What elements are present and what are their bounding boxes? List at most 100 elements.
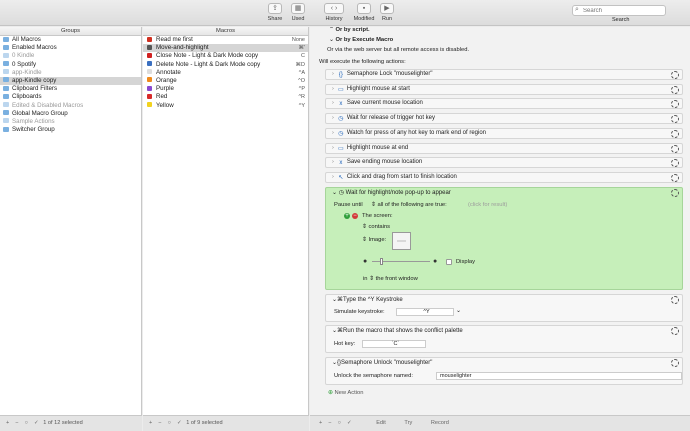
gear-icon[interactable]	[671, 327, 679, 335]
macro-item[interactable]: Move-and-highlight ⌘'	[143, 44, 308, 53]
action-row[interactable]: › ◷ Watch for press of any hot key to mark…	[325, 127, 683, 139]
group-item[interactable]: Global Macro Group	[0, 110, 141, 118]
group-item[interactable]: 0 Spotify	[0, 61, 141, 69]
record-button[interactable]: Record	[431, 416, 449, 431]
type-keystroke-title[interactable]: ⌄⌘Type the ^Y Keystroke	[332, 296, 403, 305]
click-for-result[interactable]: (click for result)	[468, 202, 507, 208]
gear-icon[interactable]	[671, 296, 679, 304]
group-check-icon[interactable]: ✓	[34, 416, 39, 431]
group-item[interactable]: Clipboard Filters	[0, 85, 141, 93]
gear-icon[interactable]	[671, 144, 679, 153]
macro-item[interactable]: Close Note - Light & Dark Mode copy C	[143, 52, 308, 60]
new-action-button[interactable]: ⊕ New Action	[328, 390, 363, 396]
action-status-icon[interactable]: ○	[338, 416, 341, 431]
group-item[interactable]: Switcher Group	[0, 126, 141, 134]
macro-item[interactable]: Purple ^P	[143, 85, 308, 93]
wait-action[interactable]: ⌄ ◷ Wait for highlight/note pop-up to ap…	[325, 187, 683, 290]
group-item[interactable]: app-Kindle copy	[0, 76, 141, 86]
disclosure-closed-icon[interactable]: ›	[332, 71, 334, 77]
gear-icon[interactable]	[671, 129, 679, 138]
gear-icon[interactable]	[671, 173, 679, 182]
action-row[interactable]: › ◷ Wait for release of trigger hot key	[325, 113, 683, 125]
search-field[interactable]: ⌕	[572, 5, 666, 16]
disclosure-open-icon[interactable]: ⌄	[332, 190, 337, 196]
remove-action-button[interactable]: −	[328, 416, 331, 431]
or-by-script[interactable]: ⌃ Or by script.	[329, 27, 370, 33]
condition-mode-popup[interactable]: ⇕ all of the following are true:	[371, 202, 447, 208]
run-macro-action[interactable]: ⌄⌘Run the macro that shows the conflict …	[325, 325, 683, 353]
macro-check-icon[interactable]: ✓	[177, 416, 182, 431]
semaphore-unlock-action[interactable]: ⌄{}Semaphore Unlock "mouselighter" Unloc…	[325, 357, 683, 385]
gear-icon[interactable]	[671, 85, 679, 94]
action-row[interactable]: › x Save current mouse location	[325, 98, 683, 110]
group-item[interactable]: Enabled Macros	[0, 44, 141, 52]
add-condition-icon[interactable]: +	[344, 213, 350, 219]
search-input[interactable]	[583, 6, 665, 15]
remove-macro-button[interactable]: −	[158, 416, 161, 431]
semaphore-name-field[interactable]: mouselighter	[436, 372, 682, 380]
group-status-icon[interactable]: ○	[25, 416, 28, 431]
macro-item[interactable]: Yellow ^Y	[143, 102, 308, 110]
type-keystroke-action[interactable]: ⌄⌘Type the ^Y Keystroke Simulate keystro…	[325, 294, 683, 322]
macro-item[interactable]: Read me first None	[143, 36, 308, 44]
semaphore-unlock-title[interactable]: ⌄{}Semaphore Unlock "mouselighter"	[332, 359, 432, 368]
display-checkbox[interactable]	[446, 259, 452, 265]
gear-icon[interactable]	[671, 115, 679, 124]
add-group-button[interactable]: +	[6, 416, 9, 431]
add-macro-button[interactable]: +	[149, 416, 152, 431]
macro-item[interactable]: Annotate ^A	[143, 69, 308, 77]
macro-item[interactable]: Orange ^O	[143, 77, 308, 85]
gear-icon[interactable]	[671, 159, 679, 168]
action-row[interactable]: › ▭ Highlight mouse at start	[325, 83, 683, 95]
run-button[interactable]: ▶ Run	[375, 3, 399, 22]
image-source-popup[interactable]: ⇕ Image:	[362, 237, 386, 243]
remove-condition-icon[interactable]: −	[352, 213, 358, 219]
slider-thumb[interactable]	[380, 258, 383, 265]
action-label: Highlight mouse at start	[346, 85, 410, 92]
window-scope[interactable]: in ⇕ the front window	[363, 276, 418, 282]
share-button[interactable]: ⇪ Share	[263, 3, 287, 22]
or-by-execute-macro[interactable]: ⌄ Or by Execute Macro	[329, 37, 393, 43]
group-item[interactable]: 0 Kindle	[0, 52, 141, 60]
modified-button[interactable]: ▪ Modified	[352, 3, 376, 22]
hot-key-field[interactable]: `C`	[362, 340, 426, 348]
gear-icon[interactable]	[671, 100, 679, 109]
group-item[interactable]: All Macros	[0, 36, 141, 44]
keystroke-options-icon[interactable]: ⌄	[456, 308, 461, 314]
action-row[interactable]: › ↖ Click and drag from start to finish lo…	[325, 171, 683, 183]
group-item[interactable]: Edited & Disabled Macros	[0, 102, 141, 110]
run-macro-title[interactable]: ⌄⌘Run the macro that shows the conflict …	[332, 327, 463, 336]
group-item[interactable]: app-Kindle	[0, 69, 141, 77]
image-well[interactable]	[392, 232, 411, 250]
add-action-button[interactable]: +	[319, 416, 322, 431]
history-button[interactable]: ‹ › History	[322, 3, 346, 22]
edit-button[interactable]: Edit	[376, 416, 386, 431]
group-item[interactable]: Sample Actions	[0, 118, 141, 126]
group-item[interactable]: Clipboards	[0, 93, 141, 101]
macros-list: Read me first None Move-and-highlight ⌘' Clo…	[143, 36, 308, 110]
action-row[interactable]: › {} Semaphore Lock "mouselighter"	[325, 69, 683, 80]
used-button[interactable]: ▦ Used	[286, 3, 310, 22]
gear-icon[interactable]	[671, 189, 679, 197]
disclosure-closed-icon[interactable]: ›	[332, 86, 334, 92]
macro-item[interactable]: Red ^R	[143, 93, 308, 101]
try-button[interactable]: Try	[404, 416, 412, 431]
macro-item[interactable]: Delete Note - Light & Dark Mode copy ⌘D	[143, 61, 308, 69]
disclosure-closed-icon[interactable]: ›	[332, 159, 334, 165]
remove-group-button[interactable]: −	[15, 416, 18, 431]
disclosure-closed-icon[interactable]: ›	[332, 130, 334, 136]
disclosure-closed-icon[interactable]: ›	[332, 174, 334, 180]
gear-icon[interactable]	[671, 359, 679, 367]
gear-icon[interactable]	[671, 71, 679, 79]
disclosure-closed-icon[interactable]: ›	[332, 115, 334, 121]
contains-popup[interactable]: ⇕ contains	[362, 224, 390, 230]
keystroke-field[interactable]: ^Y	[396, 308, 454, 316]
disclosure-closed-icon[interactable]: ›	[332, 100, 334, 106]
disclosure-closed-icon[interactable]: ›	[332, 145, 334, 151]
action-row[interactable]: › ▭ Highlight mouse at end	[325, 142, 683, 154]
action-row[interactable]: › x Save ending mouse location	[325, 157, 683, 169]
macro-status-icon[interactable]: ○	[168, 416, 171, 431]
wait-action-title[interactable]: ⌄ ◷ Wait for highlight/note pop-up to ap…	[332, 189, 451, 198]
search-icon: ⌕	[575, 6, 579, 13]
action-check-icon[interactable]: ✓	[347, 416, 352, 431]
